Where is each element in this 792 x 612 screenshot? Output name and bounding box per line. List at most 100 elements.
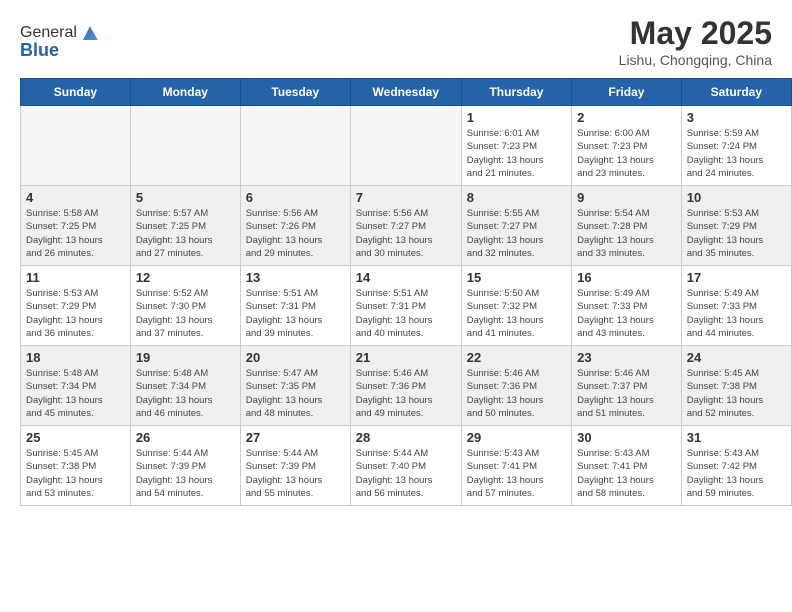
day-cell: 1Sunrise: 6:01 AM Sunset: 7:23 PM Daylig…: [461, 106, 571, 186]
day-number: 10: [687, 190, 786, 205]
day-info: Sunrise: 5:55 AM Sunset: 7:27 PM Dayligh…: [467, 207, 566, 260]
day-info: Sunrise: 5:48 AM Sunset: 7:34 PM Dayligh…: [26, 367, 125, 420]
day-header-wednesday: Wednesday: [350, 79, 461, 106]
week-row-5: 25Sunrise: 5:45 AM Sunset: 7:38 PM Dayli…: [21, 426, 792, 506]
day-info: Sunrise: 5:46 AM Sunset: 7:37 PM Dayligh…: [577, 367, 676, 420]
day-header-monday: Monday: [130, 79, 240, 106]
day-cell: 25Sunrise: 5:45 AM Sunset: 7:38 PM Dayli…: [21, 426, 131, 506]
day-number: 26: [136, 430, 235, 445]
day-info: Sunrise: 5:59 AM Sunset: 7:24 PM Dayligh…: [687, 127, 786, 180]
day-info: Sunrise: 5:48 AM Sunset: 7:34 PM Dayligh…: [136, 367, 235, 420]
day-info: Sunrise: 5:43 AM Sunset: 7:41 PM Dayligh…: [577, 447, 676, 500]
logo: General Blue: [20, 22, 101, 61]
day-cell: 10 Sunrise: 5:53 AM Sunset: 7:29 PM Dayli…: [681, 186, 791, 266]
day-number: 31: [687, 430, 786, 445]
day-number: 14: [356, 270, 456, 285]
day-cell: [240, 106, 350, 186]
day-info: Sunrise: 5:44 AM Sunset: 7:39 PM Dayligh…: [246, 447, 345, 500]
day-cell: 20Sunrise: 5:47 AM Sunset: 7:35 PM Dayli…: [240, 346, 350, 426]
day-cell: 28 Sunrise: 5:44 AM Sunset: 7:40 PM Dayli…: [350, 426, 461, 506]
calendar-title: May 2025: [619, 15, 772, 52]
week-row-4: 18Sunrise: 5:48 AM Sunset: 7:34 PM Dayli…: [21, 346, 792, 426]
day-info: Sunrise: 5:45 AM Sunset: 7:38 PM Dayligh…: [687, 367, 786, 420]
day-number: 23: [577, 350, 676, 365]
day-cell: 16 Sunrise: 5:49 AM Sunset: 7:33 PM Dayli…: [572, 266, 682, 346]
day-number: 20: [246, 350, 345, 365]
day-cell: 29Sunrise: 5:43 AM Sunset: 7:41 PM Dayli…: [461, 426, 571, 506]
day-cell: [130, 106, 240, 186]
day-info: Sunrise: 5:44 AM Sunset: 7:40 PM Dayligh…: [356, 447, 456, 500]
day-header-row: SundayMondayTuesdayWednesdayThursdayFrid…: [21, 79, 792, 106]
day-info: Sunrise: 5:49 AM Sunset: 7:33 PM Dayligh…: [687, 287, 786, 340]
day-cell: 12 Sunrise: 5:52 AM Sunset: 7:30 PM Dayli…: [130, 266, 240, 346]
day-number: 24: [687, 350, 786, 365]
week-row-2: 4Sunrise: 5:58 AM Sunset: 7:25 PM Daylig…: [21, 186, 792, 266]
day-cell: 2 Sunrise: 6:00 AM Sunset: 7:23 PM Daylig…: [572, 106, 682, 186]
day-info: Sunrise: 5:53 AM Sunset: 7:29 PM Dayligh…: [687, 207, 786, 260]
day-cell: 5Sunrise: 5:57 AM Sunset: 7:25 PM Daylig…: [130, 186, 240, 266]
day-cell: [21, 106, 131, 186]
day-cell: 15 Sunrise: 5:50 AM Sunset: 7:32 PM Dayli…: [461, 266, 571, 346]
day-info: Sunrise: 6:01 AM Sunset: 7:23 PM Dayligh…: [467, 127, 566, 180]
day-cell: 22 Sunrise: 5:46 AM Sunset: 7:36 PM Dayli…: [461, 346, 571, 426]
day-info: Sunrise: 5:52 AM Sunset: 7:30 PM Dayligh…: [136, 287, 235, 340]
day-number: 6: [246, 190, 345, 205]
day-number: 8: [467, 190, 566, 205]
day-number: 3: [687, 110, 786, 125]
day-number: 7: [356, 190, 456, 205]
calendar-subtitle: Lishu, Chongqing, China: [619, 52, 772, 68]
day-info: Sunrise: 5:56 AM Sunset: 7:27 PM Dayligh…: [356, 207, 456, 260]
day-number: 2: [577, 110, 676, 125]
day-cell: 11 Sunrise: 5:53 AM Sunset: 7:29 PM Dayli…: [21, 266, 131, 346]
logo-icon: [79, 22, 101, 44]
page-header: General Blue May 2025 Lishu, Chongqing, …: [0, 0, 792, 78]
day-info: Sunrise: 5:50 AM Sunset: 7:32 PM Dayligh…: [467, 287, 566, 340]
day-cell: 26 Sunrise: 5:44 AM Sunset: 7:39 PM Dayli…: [130, 426, 240, 506]
day-number: 17: [687, 270, 786, 285]
day-cell: 18Sunrise: 5:48 AM Sunset: 7:34 PM Dayli…: [21, 346, 131, 426]
day-number: 29: [467, 430, 566, 445]
day-info: Sunrise: 5:49 AM Sunset: 7:33 PM Dayligh…: [577, 287, 676, 340]
day-cell: 17 Sunrise: 5:49 AM Sunset: 7:33 PM Dayli…: [681, 266, 791, 346]
day-cell: 6Sunrise: 5:56 AM Sunset: 7:26 PM Daylig…: [240, 186, 350, 266]
title-section: May 2025 Lishu, Chongqing, China: [619, 15, 772, 68]
day-number: 5: [136, 190, 235, 205]
day-info: Sunrise: 5:51 AM Sunset: 7:31 PM Dayligh…: [246, 287, 345, 340]
day-info: Sunrise: 5:45 AM Sunset: 7:38 PM Dayligh…: [26, 447, 125, 500]
day-info: Sunrise: 5:46 AM Sunset: 7:36 PM Dayligh…: [356, 367, 456, 420]
day-header-saturday: Saturday: [681, 79, 791, 106]
day-info: Sunrise: 5:46 AM Sunset: 7:36 PM Dayligh…: [467, 367, 566, 420]
day-header-tuesday: Tuesday: [240, 79, 350, 106]
day-number: 28: [356, 430, 456, 445]
day-cell: 13 Sunrise: 5:51 AM Sunset: 7:31 PM Dayli…: [240, 266, 350, 346]
day-info: Sunrise: 5:44 AM Sunset: 7:39 PM Dayligh…: [136, 447, 235, 500]
day-number: 11: [26, 270, 125, 285]
day-cell: 21Sunrise: 5:46 AM Sunset: 7:36 PM Dayli…: [350, 346, 461, 426]
calendar-table: SundayMondayTuesdayWednesdayThursdayFrid…: [20, 78, 792, 506]
day-info: Sunrise: 5:43 AM Sunset: 7:42 PM Dayligh…: [687, 447, 786, 500]
day-header-sunday: Sunday: [21, 79, 131, 106]
day-number: 13: [246, 270, 345, 285]
day-cell: 3 Sunrise: 5:59 AM Sunset: 7:24 PM Daylig…: [681, 106, 791, 186]
day-info: Sunrise: 5:53 AM Sunset: 7:29 PM Dayligh…: [26, 287, 125, 340]
day-cell: 31 Sunrise: 5:43 AM Sunset: 7:42 PM Dayli…: [681, 426, 791, 506]
day-cell: 9Sunrise: 5:54 AM Sunset: 7:28 PM Daylig…: [572, 186, 682, 266]
day-number: 22: [467, 350, 566, 365]
day-cell: 4Sunrise: 5:58 AM Sunset: 7:25 PM Daylig…: [21, 186, 131, 266]
logo-blue-text: Blue: [20, 40, 59, 61]
day-number: 19: [136, 350, 235, 365]
day-info: Sunrise: 6:00 AM Sunset: 7:23 PM Dayligh…: [577, 127, 676, 180]
day-cell: 8 Sunrise: 5:55 AM Sunset: 7:27 PM Daylig…: [461, 186, 571, 266]
day-cell: 19 Sunrise: 5:48 AM Sunset: 7:34 PM Dayli…: [130, 346, 240, 426]
day-number: 9: [577, 190, 676, 205]
day-number: 15: [467, 270, 566, 285]
day-cell: 24 Sunrise: 5:45 AM Sunset: 7:38 PM Dayli…: [681, 346, 791, 426]
week-row-1: 1Sunrise: 6:01 AM Sunset: 7:23 PM Daylig…: [21, 106, 792, 186]
calendar-wrapper: SundayMondayTuesdayWednesdayThursdayFrid…: [0, 78, 792, 516]
day-number: 27: [246, 430, 345, 445]
day-number: 12: [136, 270, 235, 285]
day-number: 16: [577, 270, 676, 285]
day-cell: 7 Sunrise: 5:56 AM Sunset: 7:27 PM Daylig…: [350, 186, 461, 266]
day-info: Sunrise: 5:51 AM Sunset: 7:31 PM Dayligh…: [356, 287, 456, 340]
day-cell: 27 Sunrise: 5:44 AM Sunset: 7:39 PM Dayli…: [240, 426, 350, 506]
